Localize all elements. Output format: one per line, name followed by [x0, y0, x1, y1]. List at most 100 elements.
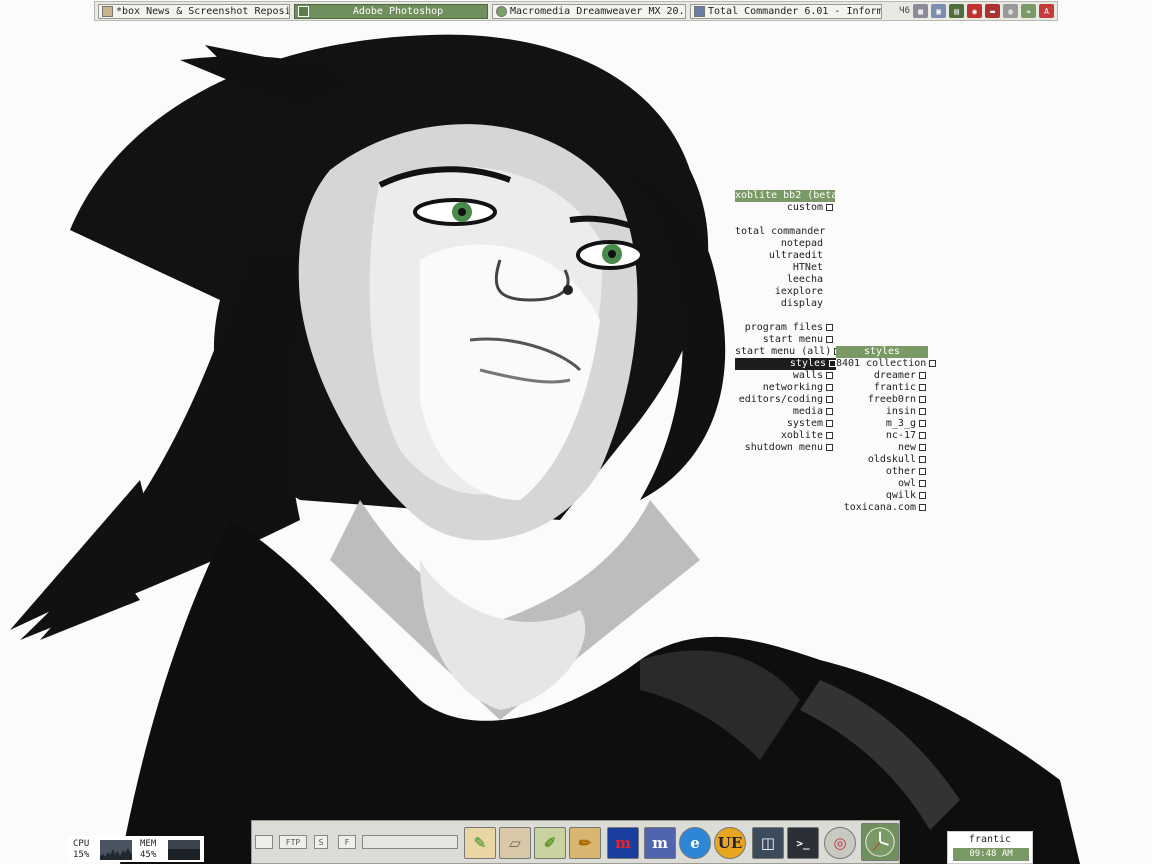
cpu-value: 15%	[73, 850, 90, 860]
menu-item-label: freeb0rn	[867, 394, 916, 405]
menu-title: xoblite bb2 (beta8)	[735, 190, 850, 202]
task-dreamweaver[interactable]: Macromedia Dreamweaver MX 20...	[492, 3, 686, 19]
mem-label: MEM	[140, 839, 157, 849]
styles-item-m-3-g[interactable]: m_3_g	[836, 418, 926, 430]
menu-item-label: other	[885, 466, 916, 477]
leaf-icon[interactable]: ❧	[1021, 4, 1036, 18]
styles-item-insin[interactable]: insin	[836, 406, 926, 418]
styles-item-freeb0rn[interactable]: freeb0rn	[836, 394, 926, 406]
folder-app-icon[interactable]: ▱	[499, 827, 531, 859]
menu-item-display[interactable]: display	[735, 298, 823, 310]
menu-item-label: oldskull	[867, 454, 916, 465]
terminal-app-icon[interactable]: >_	[787, 827, 819, 859]
menu-item-notepad[interactable]: notepad	[735, 238, 823, 250]
display-app-icon[interactable]: ◫	[752, 827, 784, 859]
language-indicator[interactable]: Ч6	[899, 6, 910, 16]
submenu-arrow-icon	[826, 419, 833, 427]
styles-item-qwilk[interactable]: qwilk	[836, 490, 926, 502]
notepad-app-icon[interactable]: ✎	[464, 827, 496, 859]
f-button[interactable]: F	[338, 835, 356, 849]
menu-item-label: leecha	[786, 274, 823, 285]
submenu-arrow-icon	[919, 455, 926, 463]
clock-app-icon[interactable]	[861, 823, 899, 861]
submenu-arrow-icon	[919, 443, 926, 451]
computer-icon[interactable]: ▣	[931, 4, 946, 18]
menu-item-label: media	[792, 406, 823, 417]
menu-item-label: owl	[897, 478, 916, 489]
task-box-news[interactable]: *box News & Screenshot Reposi...	[98, 3, 290, 19]
menu-item-label: total commander	[735, 226, 826, 237]
task-label: Total Commander 6.01 - Informat...	[708, 5, 881, 17]
styles-item-other[interactable]: other	[836, 466, 926, 478]
styles-item-toxicana-com[interactable]: toxicana.com	[836, 502, 926, 514]
menu-item-shutdown-menu[interactable]: shutdown menu	[735, 442, 833, 454]
menu-item-styles[interactable]: styles	[735, 358, 836, 370]
menu-item-label: notepad	[780, 238, 823, 249]
brush-app-icon[interactable]: ✏	[569, 827, 601, 859]
menu-item-program-files[interactable]: program files	[735, 322, 833, 334]
floppy-icon	[694, 5, 705, 17]
submenu-arrow-icon	[919, 407, 926, 415]
menu-item-media[interactable]: media	[735, 406, 833, 418]
desktop-wallpaper	[0, 0, 1152, 864]
media-icon[interactable]: ◉	[967, 4, 982, 18]
ie-app-icon[interactable]: e	[679, 827, 711, 859]
submenu-arrow-icon	[826, 203, 833, 211]
styles-item-8401-collection[interactable]: 8401 collection	[836, 358, 937, 370]
dock-slot	[362, 835, 458, 849]
menu-item-htnet[interactable]: HTNet	[735, 262, 823, 274]
speaker-icon[interactable]: ◍	[1003, 4, 1018, 18]
printer-icon[interactable]: ▬	[985, 4, 1000, 18]
pen-app-icon[interactable]: ✐	[534, 827, 566, 859]
styles-item-oldskull[interactable]: oldskull	[836, 454, 926, 466]
menu-item-label: insin	[885, 406, 916, 417]
menu-item-system[interactable]: system	[735, 418, 833, 430]
submenu-arrow-icon	[919, 479, 926, 487]
menu-item-leecha[interactable]: leecha	[735, 274, 823, 286]
styles-item-dreamer[interactable]: dreamer	[836, 370, 926, 382]
styles-item-owl[interactable]: owl	[836, 478, 926, 490]
acrobat-icon[interactable]: A	[1039, 4, 1054, 18]
mirc-app-icon[interactable]: m	[607, 827, 639, 859]
film-icon[interactable]: ▤	[949, 4, 964, 18]
menu-item-start-menu[interactable]: start menu	[735, 334, 833, 346]
submenu-arrow-icon	[826, 383, 833, 391]
cd-app-icon[interactable]: ◎	[824, 827, 856, 859]
menu-item-ultraedit[interactable]: ultraedit	[735, 250, 823, 262]
photoshop-icon	[298, 5, 309, 17]
clock-time[interactable]: 09:48 AM	[953, 848, 1029, 861]
submenu-arrow-icon	[919, 503, 926, 511]
menu-item-walls[interactable]: walls	[735, 370, 833, 382]
styles-item-frantic[interactable]: frantic	[836, 382, 926, 394]
submenu-arrow-icon	[919, 431, 926, 439]
submenu-arrow-icon	[919, 395, 926, 403]
menu-item-networking[interactable]: networking	[735, 382, 833, 394]
task-total-commander[interactable]: Total Commander 6.01 - Informat...	[690, 3, 882, 19]
task-photoshop[interactable]: Adobe Photoshop	[294, 3, 488, 19]
system-monitor: CPU 15% MEM 45%	[68, 836, 204, 862]
dock-handle[interactable]	[255, 835, 273, 849]
taskbar: *box News & Screenshot Reposi... Adobe P…	[94, 1, 1058, 21]
macromedia-app-icon[interactable]: m	[644, 827, 676, 859]
ftp-button[interactable]: FTP	[279, 835, 307, 849]
ultraedit-app-icon[interactable]: UE	[714, 827, 746, 859]
menu-item-total-commander[interactable]: total commander	[735, 226, 826, 238]
menu-item-custom[interactable]: custom	[735, 202, 833, 214]
menu-item-editors-coding[interactable]: editors/coding	[735, 394, 833, 406]
menu-item-iexplore[interactable]: iexplore	[735, 286, 823, 298]
menu-item-label: m_3_g	[885, 418, 916, 429]
menu-item-label: start menu	[762, 334, 823, 345]
mem-graph	[168, 840, 200, 860]
submenu-arrow-icon	[919, 467, 926, 475]
styles-item-nc-17[interactable]: nc-17	[836, 430, 926, 442]
menu-item-xoblite[interactable]: xoblite	[735, 430, 833, 442]
styles-menu-title: styles	[836, 346, 928, 358]
submenu-arrow-icon	[826, 323, 833, 331]
styles-item-new[interactable]: new	[836, 442, 926, 454]
username-label: frantic	[968, 834, 1012, 845]
menu-item-label: nc-17	[885, 430, 916, 441]
s-button[interactable]: S	[314, 835, 328, 849]
menu-item-start-menu-all-[interactable]: start menu (all)	[735, 346, 842, 358]
network-icon[interactable]: ▦	[913, 4, 928, 18]
mem-value: 45%	[140, 850, 157, 860]
